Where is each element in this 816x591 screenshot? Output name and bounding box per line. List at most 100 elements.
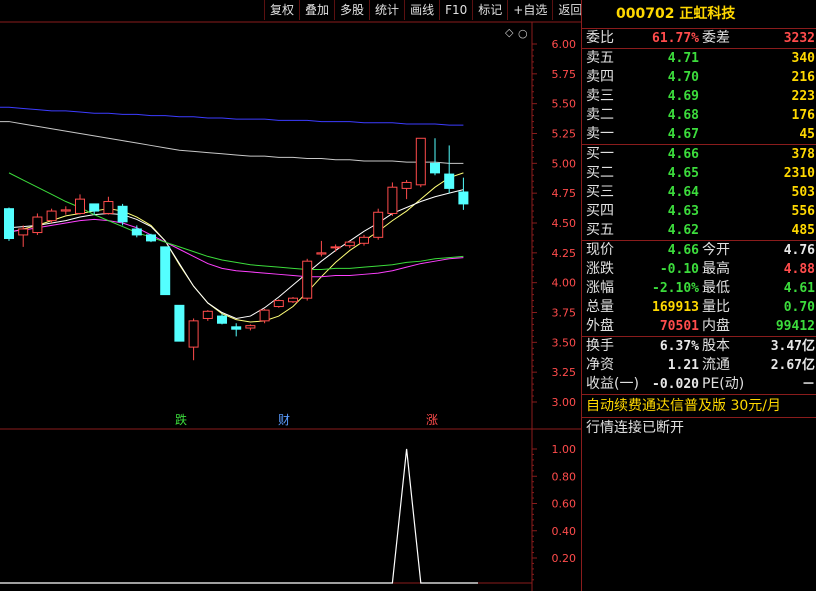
indicator-line: [0, 448, 478, 584]
stat-value: －: [801, 377, 815, 392]
price-tick-label: 4.50: [552, 217, 577, 230]
candle-body: [160, 246, 171, 296]
stat-label: 现价: [586, 242, 614, 258]
toolbar-button[interactable]: 多股: [334, 0, 370, 20]
stat-label: 最低: [702, 280, 730, 296]
price-tick-label: 4.25: [552, 247, 577, 260]
event-marker: 涨: [426, 412, 438, 427]
candle-body: [344, 241, 355, 247]
bid-row: 买一 4.66 378: [582, 145, 816, 164]
ask-book: 卖五 4.71 340 卖四 4.70 216 卖三 4.69 223 卖二 4.68 176 卖一 4.…: [582, 48, 816, 144]
weibi-row: 委比 61.77% 委差 3232: [582, 29, 816, 48]
stat-row: 涨跌 -0.10 最高 4.88: [582, 260, 816, 279]
stat-label: 最高: [702, 261, 730, 277]
ask-volume: 45: [799, 127, 815, 142]
price-tick-label: 3.75: [552, 307, 577, 320]
ask-price: 4.70: [667, 70, 699, 85]
stat-row: 涨幅 -2.10% 最低 4.61: [582, 279, 816, 298]
bid-level-label: 买二: [586, 165, 614, 181]
toolbar-button[interactable]: 复权: [264, 0, 300, 20]
price-tick-label: 3.25: [552, 366, 577, 379]
candle-body: [75, 198, 85, 214]
ask-row: 卖一 4.67 45: [582, 125, 816, 144]
candle-body: [273, 300, 284, 308]
price-tick-label: 5.25: [552, 128, 577, 141]
stat-label: PE(动): [702, 376, 745, 392]
stat-label: 净资: [586, 357, 614, 373]
candle-body: [387, 186, 398, 214]
bid-price: 4.64: [667, 185, 699, 200]
stat-label: 总量: [586, 299, 614, 315]
stat-value: -0.020: [652, 377, 699, 392]
price-tick-label: 4.00: [552, 277, 577, 290]
bid-level-label: 买五: [586, 222, 614, 238]
stat-value: 99412: [775, 319, 815, 334]
toolbar-button[interactable]: 叠加: [299, 0, 335, 20]
stat-value: 0.70: [783, 300, 815, 315]
toolbar-button[interactable]: +自选: [507, 0, 553, 20]
price-tick-label: 4.75: [552, 187, 577, 200]
toolbar-button[interactable]: F10: [439, 0, 473, 20]
candle-body: [46, 210, 57, 222]
candle-body: [146, 234, 156, 242]
ask-level-label: 卖一: [586, 126, 614, 142]
price-tick-label: 6.00: [552, 38, 577, 51]
bid-book: 买一 4.66 378 买二 4.65 2310 买三 4.64 503 买四 4.63 556 买五 4…: [582, 144, 816, 240]
subscription-banner[interactable]: 自动续费通达信普及版 30元/月: [582, 394, 816, 417]
ask-price: 4.68: [667, 108, 699, 123]
bid-level-label: 买三: [586, 184, 614, 200]
price-tick-label: 3.50: [552, 336, 577, 349]
stat-row: 外盘 70501 内盘 99412: [582, 317, 816, 336]
diamond-icon: ◇: [505, 26, 514, 39]
bid-volume: 556: [791, 204, 815, 219]
event-marker: 财: [278, 413, 290, 427]
candle-body: [458, 191, 469, 205]
candle-body: [316, 252, 327, 255]
stat-row: 总量 169913 量比 0.70: [582, 298, 816, 317]
ask-price: 4.69: [667, 89, 699, 104]
bid-price: 4.65: [667, 166, 699, 181]
ask-volume: 176: [791, 108, 815, 123]
stat-row: 现价 4.66 今开 4.76: [582, 241, 816, 260]
toolbar-button[interactable]: 标记: [472, 0, 508, 20]
bid-row: 买四 4.63 556: [582, 202, 816, 221]
indicator-tick-label: 0.80: [552, 470, 577, 483]
stat-value: -2.10%: [652, 281, 699, 296]
bid-volume: 485: [791, 223, 815, 238]
stat-label: 流通: [702, 357, 730, 373]
candle-body: [259, 309, 270, 322]
ma-line-ma120: [0, 121, 464, 164]
toolbar-button[interactable]: 画线: [404, 0, 440, 20]
kline-chart[interactable]: ◇ ○ 6.00 5.75 5.50 5.25 5.00 4.75 4.50 4.25 4.00 3.…: [0, 0, 581, 591]
stat-value: 169913: [652, 300, 699, 315]
candle-body: [131, 228, 142, 236]
indicator-tick-label: 1.00: [552, 443, 577, 456]
ask-level-label: 卖二: [586, 107, 614, 123]
stat-label: 股本: [702, 338, 730, 354]
stat-label: 收益(一): [586, 376, 639, 392]
candle-body: [444, 173, 455, 189]
candle-body: [415, 137, 426, 186]
candle-body: [117, 205, 128, 223]
settings-circle-icon: ○: [518, 27, 528, 40]
candle-body: [188, 320, 199, 348]
stat-label: 量比: [702, 299, 730, 315]
stat-row: 净资 1.21 流通 2.67亿: [582, 356, 816, 375]
candle-body: [60, 209, 71, 212]
bid-volume: 2310: [783, 166, 815, 181]
ma-line-ma250: [0, 106, 464, 126]
weibi-value: 61.77%: [652, 31, 699, 46]
bid-price: 4.63: [667, 204, 699, 219]
bid-row: 买五 4.62 485: [582, 221, 816, 240]
price-tick-label: 5.00: [552, 157, 577, 170]
price-tick-label: 3.00: [552, 396, 577, 409]
bid-row: 买二 4.65 2310: [582, 164, 816, 183]
toolbar-button[interactable]: 统计: [369, 0, 405, 20]
bid-row: 买三 4.64 503: [582, 183, 816, 202]
stat-value: 1.21: [667, 358, 699, 373]
candle-body: [401, 181, 412, 189]
stat-row: 换手 6.37% 股本 3.47亿: [582, 337, 816, 356]
ask-volume: 216: [791, 70, 815, 85]
candle-body: [103, 201, 114, 214]
stat-label: 换手: [586, 338, 614, 354]
